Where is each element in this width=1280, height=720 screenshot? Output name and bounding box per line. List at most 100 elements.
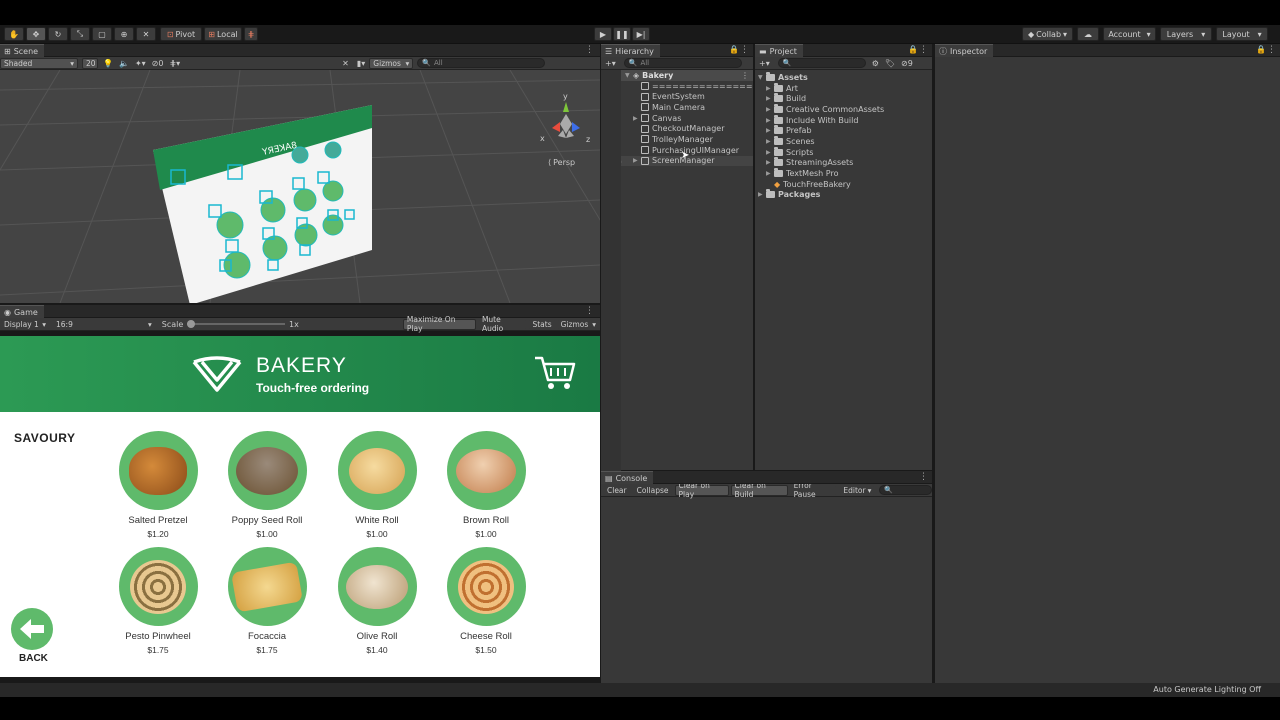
tab-inspector[interactable]: ⓘ Inspector [935, 44, 994, 57]
error-pause-toggle[interactable]: Error Pause [789, 481, 838, 499]
hierarchy-item[interactable]: PurchasingUIManager [601, 145, 753, 156]
hierarchy-search-input[interactable]: 🔍 All [623, 58, 742, 68]
mute-audio-toggle[interactable]: Mute Audio [477, 315, 528, 333]
panel-menu-icon[interactable]: ⋮ [740, 45, 749, 55]
project-root-packages[interactable]: ▶ Packages [755, 189, 932, 201]
product-card[interactable]: Salted Pretzel $1.20 [103, 431, 213, 539]
rotate-tool-button[interactable]: ↻ [48, 27, 68, 41]
project-folder[interactable]: ▶ Prefab [755, 125, 932, 136]
hierarchy-item[interactable]: ▶ Canvas [601, 113, 753, 124]
project-folder[interactable]: ▶ Art [755, 82, 932, 94]
projection-toggle[interactable]: ⟨ Persp [548, 158, 575, 167]
project-folder[interactable]: ▶ Include With Build [755, 114, 932, 126]
move-tool-button[interactable]: ✥ [26, 27, 46, 41]
product-card[interactable]: Olive Roll $1.40 [322, 547, 432, 655]
local-toggle[interactable]: ⊞ Local [204, 27, 242, 41]
custom-tool-button[interactable]: ✕ [136, 27, 156, 41]
tab-game[interactable]: ◉ Game [0, 305, 44, 318]
scene-root-item[interactable]: ▼ ◈ Bakery ⋮ [601, 70, 753, 81]
hidden-objects-icon[interactable]: ⊘ [152, 59, 159, 68]
product-card[interactable]: Cheese Roll $1.50 [431, 547, 541, 655]
collapse-toggle[interactable]: Collapse [632, 484, 673, 496]
hierarchy-item[interactable]: =============== [601, 81, 753, 92]
grid-snap-button[interactable]: ⋕ [244, 27, 258, 41]
project-folder[interactable]: ▶ Creative CommonAssets [755, 103, 932, 115]
tab-scene[interactable]: ⊞ Scene [0, 44, 45, 57]
transform-tool-button[interactable]: ⊕ [114, 27, 134, 41]
product-card[interactable]: Focaccia $1.75 [212, 547, 322, 655]
panel-menu-icon[interactable]: ⋮ [919, 472, 928, 482]
pivot-toggle[interactable]: ⊡ Pivot [160, 27, 202, 41]
hidden-packages-icon[interactable]: ⊘ [901, 59, 908, 68]
lighting-toggle-icon[interactable]: 💡 [103, 59, 113, 68]
product-card[interactable]: White Roll $1.00 [322, 431, 432, 539]
cloud-button[interactable]: ☁ [1077, 27, 1099, 41]
tab-hierarchy[interactable]: ☰ Hierarchy [601, 44, 660, 57]
back-button[interactable] [11, 608, 53, 650]
scale-slider[interactable] [187, 320, 286, 328]
layers-dropdown[interactable]: Layers ▾ [1160, 27, 1212, 41]
pause-button[interactable]: ❚❚ [613, 27, 631, 41]
product-card[interactable]: Poppy Seed Roll $1.00 [212, 431, 322, 539]
account-dropdown[interactable]: Account ▾ [1103, 27, 1156, 41]
project-folder[interactable]: ▶ StreamingAssets [755, 157, 932, 169]
scale-tool-button[interactable]: ⤡ [70, 27, 90, 41]
step-button[interactable]: ▶| [632, 27, 650, 41]
panel-menu-icon[interactable]: ⋮ [919, 45, 928, 55]
product-card[interactable]: Brown Roll $1.00 [431, 431, 541, 539]
tab-console[interactable]: ▤ Console [601, 471, 654, 484]
mode-2d-toggle[interactable]: 20 [82, 57, 98, 69]
camera-icon[interactable]: ▮▾ [357, 59, 365, 68]
shading-mode-dropdown[interactable]: Shaded ▾ [0, 57, 78, 69]
trolley-cart-icon[interactable] [533, 354, 577, 392]
panel-menu-icon[interactable]: ⋮ [585, 45, 594, 55]
add-object-button[interactable]: +▾ [605, 59, 616, 68]
maximize-on-play-toggle[interactable]: Maximize On Play [402, 315, 476, 333]
layout-dropdown[interactable]: Layout ▾ [1216, 27, 1268, 41]
project-folder[interactable]: ▶ Scenes [755, 135, 932, 147]
panel-menu-icon[interactable]: ⋮ [585, 306, 594, 316]
aspect-dropdown[interactable]: 16:9 ▾ [52, 318, 156, 330]
hierarchy-item[interactable]: Main Camera [601, 102, 753, 113]
scale-slider-handle[interactable] [187, 320, 196, 328]
game-gizmos-dropdown[interactable]: Gizmos ▾ [556, 318, 601, 330]
clear-button[interactable]: Clear [603, 484, 631, 496]
project-root-assets[interactable]: ▼ Assets [755, 71, 932, 83]
item-menu-icon[interactable]: ⋮ [741, 71, 749, 80]
lock-icon[interactable]: 🔒 [1256, 45, 1266, 54]
hierarchy-item[interactable]: TrolleyManager [601, 134, 753, 145]
effects-toggle-icon[interactable]: ✦▾ [135, 59, 146, 68]
orientation-gizmo[interactable]: y x z [538, 92, 594, 148]
grid-toggle-icon[interactable]: ⋕▾ [169, 59, 180, 68]
create-asset-button[interactable]: +▾ [759, 59, 770, 68]
filter-type-icon[interactable]: ⚙ [872, 59, 879, 68]
play-button[interactable]: ▶ [594, 27, 612, 41]
hierarchy-item[interactable]: 👁☝▶ScreenManager [601, 155, 753, 167]
lighting-status-text[interactable]: Auto Generate Lighting Off [1153, 685, 1261, 694]
clear-on-build-toggle[interactable]: Clear on Build [730, 481, 788, 499]
tools-icon[interactable]: ✕ [342, 59, 349, 68]
scene-gizmos-dropdown[interactable]: Gizmos ▾ [369, 57, 414, 69]
audio-toggle-icon[interactable]: 🔈 [119, 59, 129, 68]
rect-tool-button[interactable]: ▢ [92, 27, 112, 41]
collab-dropdown[interactable]: ◆ Collab ▾ [1022, 27, 1073, 41]
hand-tool-button[interactable]: ✋ [4, 27, 24, 41]
lock-icon[interactable]: 🔒 [908, 45, 918, 54]
editor-dropdown[interactable]: Editor ▾ [839, 484, 876, 496]
project-folder[interactable]: ▶ TextMesh Pro [755, 168, 932, 179]
product-card[interactable]: Pesto Pinwheel $1.75 [103, 547, 213, 655]
hierarchy-item[interactable]: CheckoutManager [601, 123, 753, 134]
tab-project[interactable]: ▬ Project [755, 44, 803, 57]
scene-search-input[interactable]: 🔍 All [417, 58, 546, 68]
clear-on-play-toggle[interactable]: Clear on Play [674, 481, 729, 499]
console-search-input[interactable]: 🔍 [879, 485, 932, 495]
display-dropdown[interactable]: Display 1 ▾ [0, 318, 51, 330]
lock-icon[interactable]: 🔒 [729, 45, 739, 54]
scene-viewport[interactable]: YЯƎꓘA8 y x z ⟨ Persp [0, 70, 600, 303]
project-folder[interactable]: ▶ Scripts [755, 146, 932, 158]
hierarchy-item[interactable]: EventSystem [601, 91, 753, 102]
project-search-input[interactable]: 🔍 [777, 58, 866, 68]
stats-toggle[interactable]: Stats [528, 318, 556, 330]
project-scene-file[interactable]: ◆ TouchFreeBakery [755, 179, 932, 190]
project-folder[interactable]: ▶ Build [755, 93, 932, 104]
